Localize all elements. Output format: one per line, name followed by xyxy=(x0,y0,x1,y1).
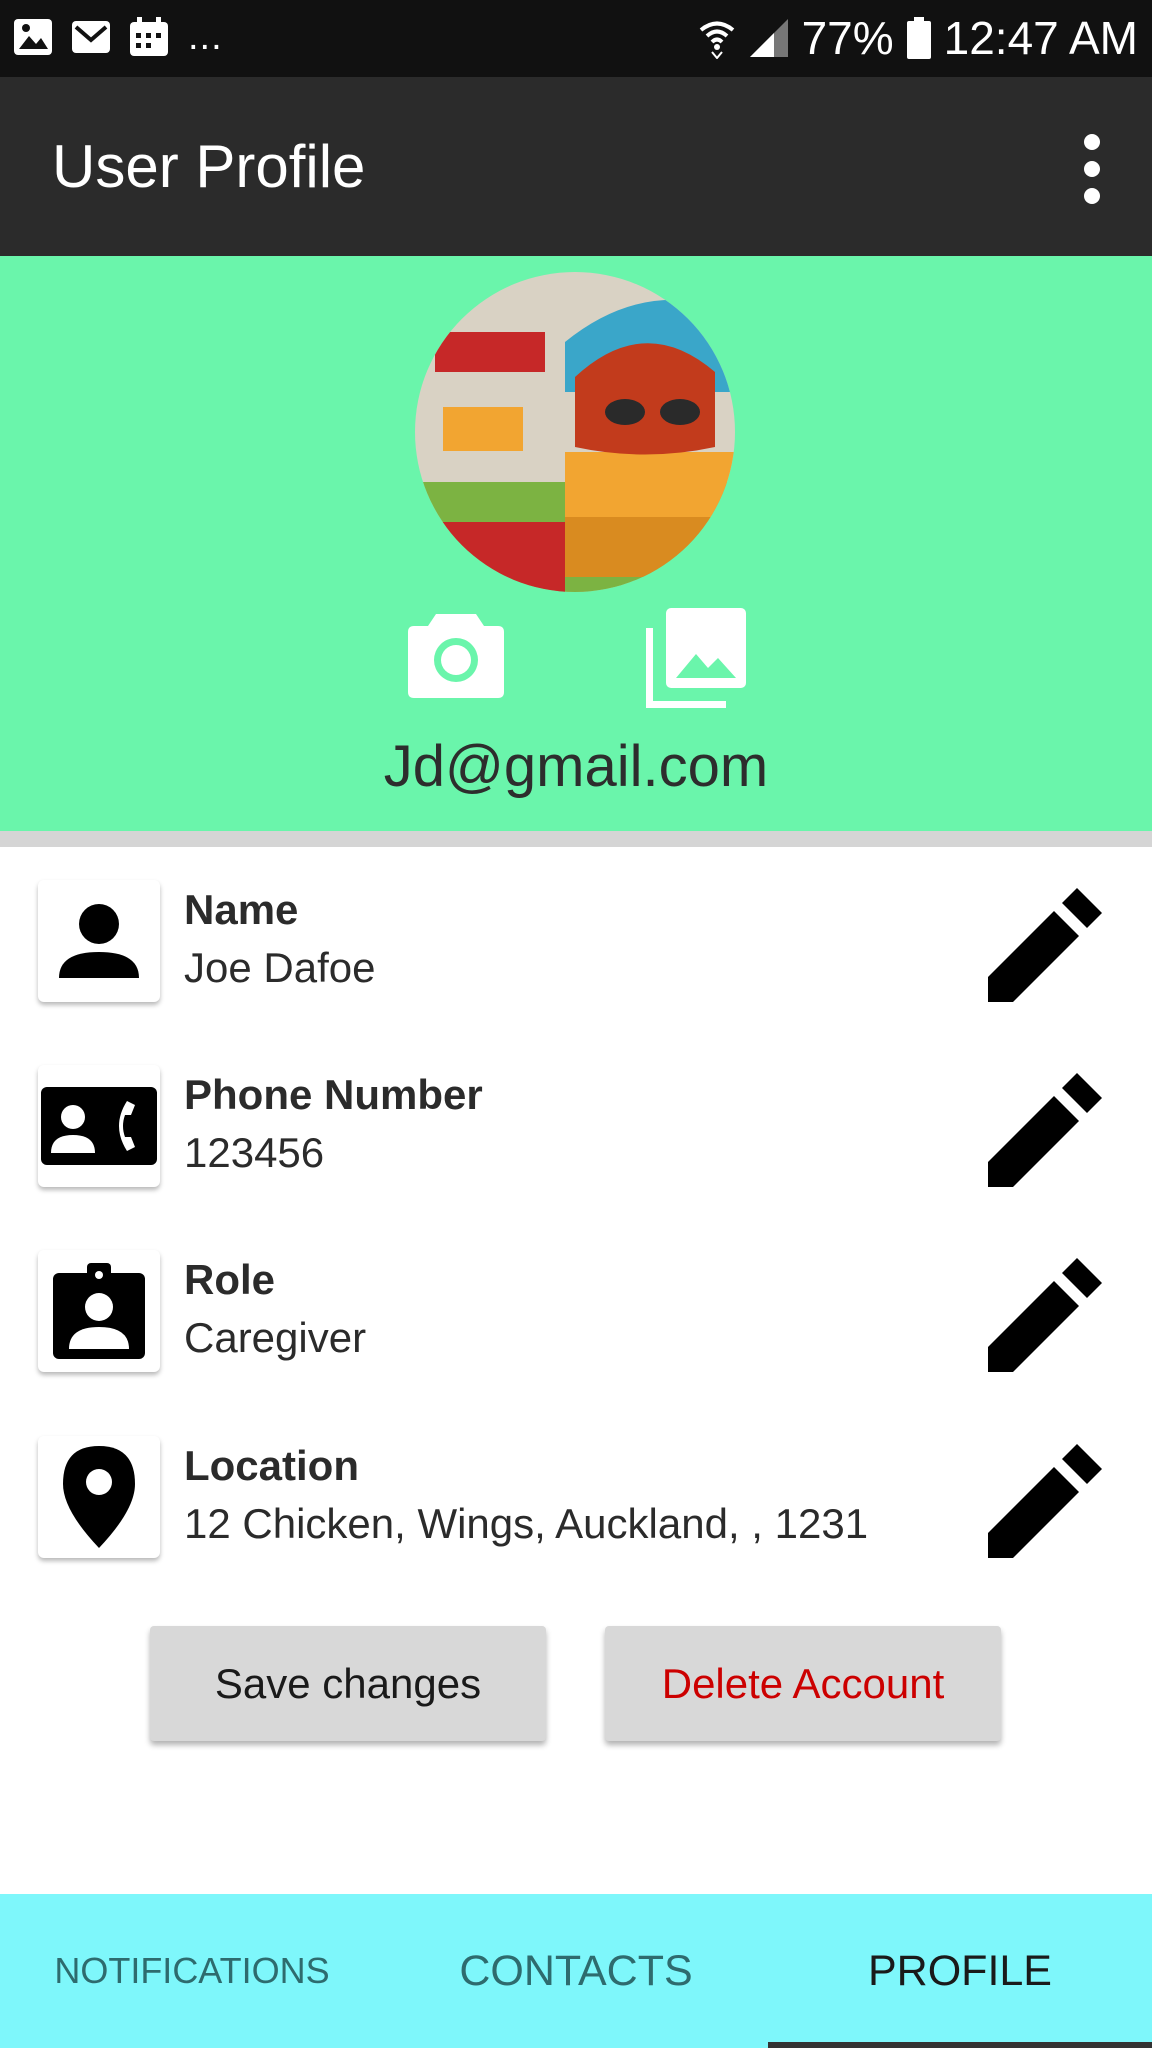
image-icon xyxy=(14,19,52,55)
tab-notifications[interactable]: NOTIFICATIONS xyxy=(0,1894,384,2048)
field-row-location: Location 12 Chicken, Wings, Auckland, , … xyxy=(0,1436,1152,1596)
camera-icon[interactable] xyxy=(406,606,506,702)
gallery-icon[interactable] xyxy=(643,608,746,711)
field-label: Location xyxy=(184,1442,359,1489)
status-bar: ... 77% 12:47 AM xyxy=(0,0,1152,77)
system-icons: 77% 12:47 AM xyxy=(698,10,1138,66)
wifi-icon xyxy=(699,21,734,59)
calendar-icon xyxy=(130,17,168,56)
edit-location-button[interactable] xyxy=(984,1438,1104,1558)
avatar-image xyxy=(415,272,735,592)
page-title: User Profile xyxy=(52,133,366,200)
pencil-icon xyxy=(988,1258,1102,1372)
field-row-role: Role Caregiver xyxy=(0,1250,1152,1410)
tab-contacts[interactable]: CONTACTS xyxy=(384,1894,768,2048)
clock: 12:47 AM xyxy=(943,12,1138,64)
more-vert-icon[interactable] xyxy=(1062,134,1122,204)
delete-account-button[interactable]: Delete Account xyxy=(605,1626,1001,1741)
field-label: Role xyxy=(184,1256,276,1303)
save-changes-button[interactable]: Save changes xyxy=(150,1626,546,1741)
edit-name-button[interactable] xyxy=(984,882,1104,1002)
edit-phone-button[interactable] xyxy=(984,1067,1104,1187)
more-notifications: ... xyxy=(188,16,223,58)
overflow-dot xyxy=(1084,134,1100,150)
field-value: 12 Chicken, Wings, Auckland, , 1231 xyxy=(184,1500,869,1547)
person-icon xyxy=(38,880,160,1002)
app-bar: User Profile xyxy=(0,77,1152,256)
avatar[interactable] xyxy=(415,272,735,592)
profile-email: Jd@gmail.com xyxy=(383,734,769,799)
signal-icon xyxy=(749,19,788,57)
mail-icon xyxy=(72,21,110,53)
field-value: Joe Dafoe xyxy=(184,944,376,991)
pencil-icon xyxy=(988,888,1102,1002)
overflow-dot xyxy=(1084,188,1100,204)
field-label: Name xyxy=(184,886,299,933)
bottom-tab-bar: NOTIFICATIONS CONTACTS PROFILE xyxy=(0,1894,1152,2048)
tab-profile[interactable]: PROFILE xyxy=(768,1894,1152,2048)
battery-icon xyxy=(906,17,931,59)
field-value: Caregiver xyxy=(184,1314,367,1361)
contact-phone-icon xyxy=(38,1065,160,1187)
field-row-phone: Phone Number 123456 xyxy=(0,1065,1152,1225)
field-row-name: Name Joe Dafoe xyxy=(0,880,1152,1040)
pencil-icon xyxy=(988,1444,1102,1558)
pencil-icon xyxy=(988,1073,1102,1187)
location-pin-icon xyxy=(38,1436,160,1558)
field-value: 123456 xyxy=(184,1129,325,1176)
battery-percent: 77% xyxy=(801,12,894,64)
overflow-dot xyxy=(1084,161,1100,177)
field-label: Phone Number xyxy=(184,1071,483,1118)
header-divider xyxy=(0,831,1152,847)
profile-header: Jd@gmail.com xyxy=(0,256,1152,831)
badge-icon xyxy=(38,1250,160,1372)
notification-icons: ... xyxy=(12,16,223,58)
edit-role-button[interactable] xyxy=(984,1252,1104,1372)
active-tab-indicator xyxy=(768,2042,1152,2048)
